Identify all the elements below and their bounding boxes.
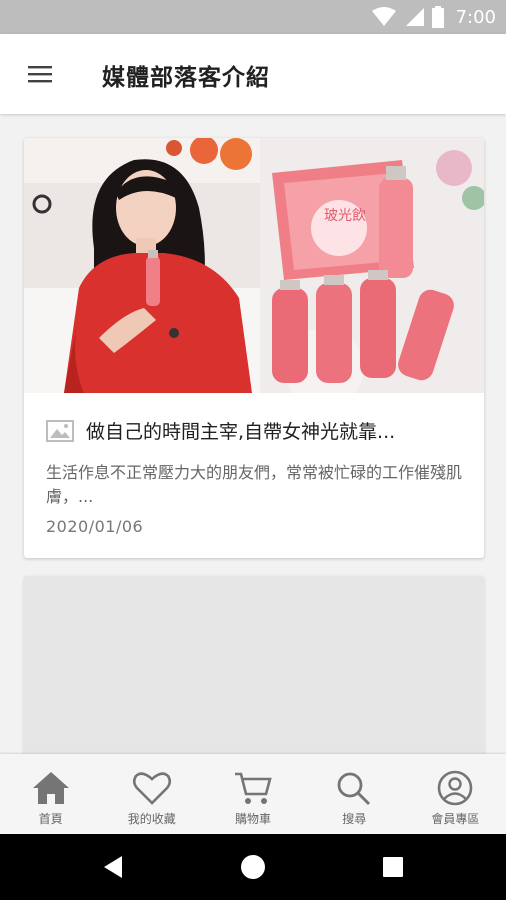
home-circle-icon [241,855,265,879]
image-icon [46,419,74,442]
nav-item-search[interactable]: 搜尋 [304,754,405,834]
status-bar: 7:00 [0,0,506,34]
page-title: 媒體部落客介紹 [102,65,270,91]
post-card[interactable]: 玻光飲 做自己的時間主宰,自帶女神光就靠... 生活作息不正常壓力大的朋友們，常… [24,138,484,558]
nav-label-home: 首頁 [38,812,63,826]
nav-label-favorites: 我的收藏 [127,812,176,826]
nav-item-home[interactable]: 首頁 [0,754,101,834]
system-home-button[interactable] [240,854,266,880]
product-label: 玻光飲 [324,208,366,224]
status-time: 7:00 [455,6,496,28]
nav-label-member: 會員專區 [431,812,480,826]
post-card-placeholder[interactable] [24,576,484,754]
system-recents-button[interactable] [380,854,406,880]
heart-icon [132,772,171,805]
nav-item-member[interactable]: 會員專區 [405,754,506,834]
battery-icon [431,6,444,28]
system-back-button[interactable] [100,854,126,880]
user-icon [438,770,473,806]
menu-button[interactable] [22,60,58,88]
system-navigation-bar [0,834,506,900]
post-photo: 玻光飲 [24,138,484,393]
post-title[interactable]: 做自己的時間主宰,自帶女神光就靠... [86,417,395,444]
nav-label-search: 搜尋 [342,812,367,826]
content-feed[interactable]: 玻光飲 做自己的時間主宰,自帶女神光就靠... 生活作息不正常壓力大的朋友們，常… [0,114,506,754]
app-bar: 媒體部落客介紹 [0,34,506,114]
cellular-signal-icon [405,8,424,26]
nav-item-favorites[interactable]: 我的收藏 [101,754,202,834]
back-icon [104,856,122,878]
post-title-row[interactable]: 做自己的時間主宰,自帶女神光就靠... [46,417,464,444]
post-body[interactable]: 做自己的時間主宰,自帶女神光就靠... 生活作息不正常壓力大的朋友們，常常被忙碌… [24,393,484,558]
status-icons: 7:00 [371,0,496,34]
nav-item-cart[interactable]: 購物車 [202,754,303,834]
post-excerpt: 生活作息不正常壓力大的朋友們，常常被忙碌的工作催殘肌膚，... [46,463,463,506]
cart-icon [235,772,272,804]
post-date: 2020/01/06 [46,517,144,536]
post-thumbnail[interactable]: 玻光飲 [24,138,484,393]
search-icon [337,772,371,806]
hamburger-menu-icon [28,66,52,83]
nav-label-cart: 購物車 [235,812,272,826]
bottom-navigation: 首頁 我的收藏 購物車 搜尋 會員專區 [0,754,506,834]
wifi-icon [371,7,396,26]
recents-icon [383,857,403,877]
home-icon [32,772,69,804]
